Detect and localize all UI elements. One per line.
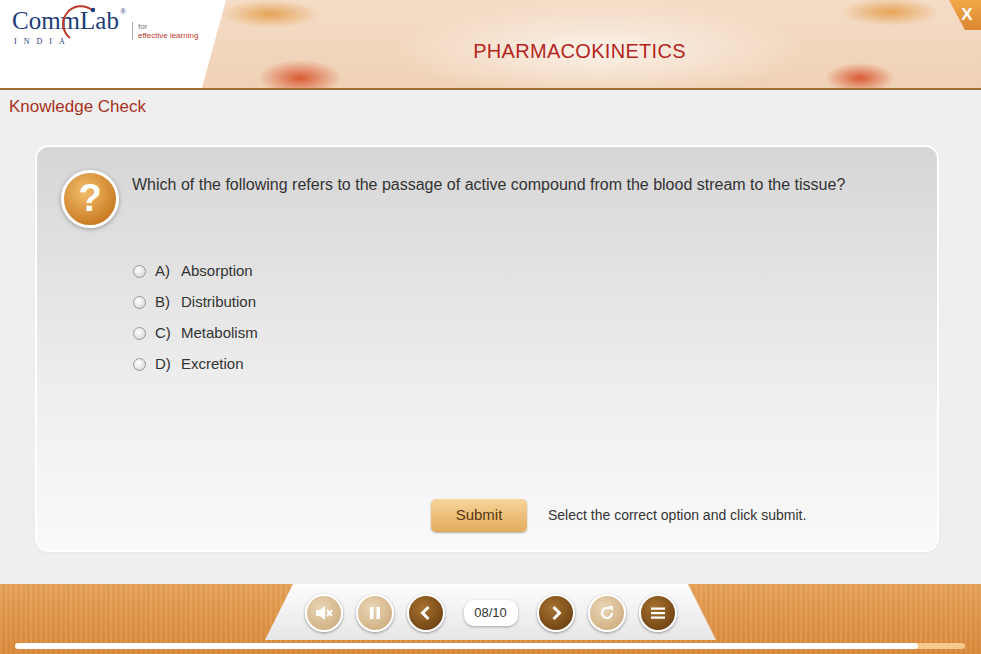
option-letter: D) bbox=[146, 353, 181, 376]
question-card: ? Which of the following refers to the pa… bbox=[37, 147, 937, 550]
close-button[interactable]: X bbox=[935, 0, 981, 30]
submit-button[interactable]: Submit bbox=[431, 499, 527, 532]
menu-button[interactable] bbox=[639, 594, 677, 632]
question-row: ? Which of the following refers to the pa… bbox=[61, 170, 913, 228]
logo-name: CommLab bbox=[12, 7, 119, 34]
option-row[interactable]: C)Metabolism bbox=[132, 318, 913, 349]
option-list: A)AbsorptionB)DistributionC)MetabolismD)… bbox=[132, 256, 913, 380]
logo-tagline: foreffective learning bbox=[132, 22, 198, 40]
logo-arc-icon bbox=[62, 4, 102, 44]
option-label: Metabolism bbox=[181, 322, 258, 345]
replay-button[interactable] bbox=[588, 594, 626, 632]
instruction-text: Select the correct option and click subm… bbox=[548, 505, 806, 526]
option-row[interactable]: D)Excretion bbox=[132, 349, 913, 380]
logo-wordmark: CommLab®INDIA bbox=[12, 8, 126, 48]
logo-tag-2: effective learning bbox=[138, 31, 198, 40]
option-row[interactable]: A)Absorption bbox=[132, 256, 913, 287]
pause-icon bbox=[365, 603, 385, 623]
pause-button[interactable] bbox=[356, 594, 394, 632]
replay-icon bbox=[597, 603, 617, 623]
option-letter: C) bbox=[146, 322, 181, 345]
course-title: PHARMACOKINETICS bbox=[473, 39, 686, 63]
option-label: Distribution bbox=[181, 291, 256, 314]
main-area: Knowledge Check? Which of the following r… bbox=[0, 90, 981, 584]
progress-track bbox=[15, 643, 965, 649]
option-radio[interactable] bbox=[133, 358, 146, 371]
prev-icon bbox=[416, 603, 436, 623]
option-letter: B) bbox=[146, 291, 181, 314]
page-counter: 08/10 bbox=[464, 600, 518, 626]
option-label: Excretion bbox=[181, 353, 244, 376]
player-bar: 08/10 bbox=[0, 584, 981, 654]
menu-icon bbox=[648, 603, 668, 623]
logo: CommLab®INDIA foreffective learning bbox=[0, 0, 226, 88]
logo-tag-1: for bbox=[138, 22, 198, 31]
header: CommLab®INDIA foreffective learning PHARMA… bbox=[0, 0, 981, 90]
app: CommLab®INDIA foreffective learning PHARMA… bbox=[0, 0, 981, 654]
option-radio[interactable] bbox=[133, 296, 146, 309]
section-title: Knowledge Check bbox=[0, 90, 981, 118]
title-area: PHARMACOKINETICS bbox=[226, 0, 981, 88]
next-icon bbox=[546, 603, 566, 623]
option-label: Absorption bbox=[181, 260, 253, 283]
prev-button[interactable] bbox=[407, 594, 445, 632]
mute-button[interactable] bbox=[305, 594, 343, 632]
player-controls: 08/10 bbox=[265, 584, 716, 640]
progress-fill bbox=[15, 643, 918, 649]
option-letter: A) bbox=[146, 260, 181, 283]
option-radio[interactable] bbox=[133, 327, 146, 340]
mute-icon bbox=[314, 603, 334, 623]
option-radio[interactable] bbox=[133, 265, 146, 278]
question-text: Which of the following refers to the pas… bbox=[132, 174, 845, 196]
question-icon: ? bbox=[61, 170, 119, 228]
next-button[interactable] bbox=[537, 594, 575, 632]
logo-registered: ® bbox=[120, 7, 126, 16]
option-row[interactable]: B)Distribution bbox=[132, 287, 913, 318]
submit-row: Submit Select the correct option and clic… bbox=[61, 499, 913, 532]
